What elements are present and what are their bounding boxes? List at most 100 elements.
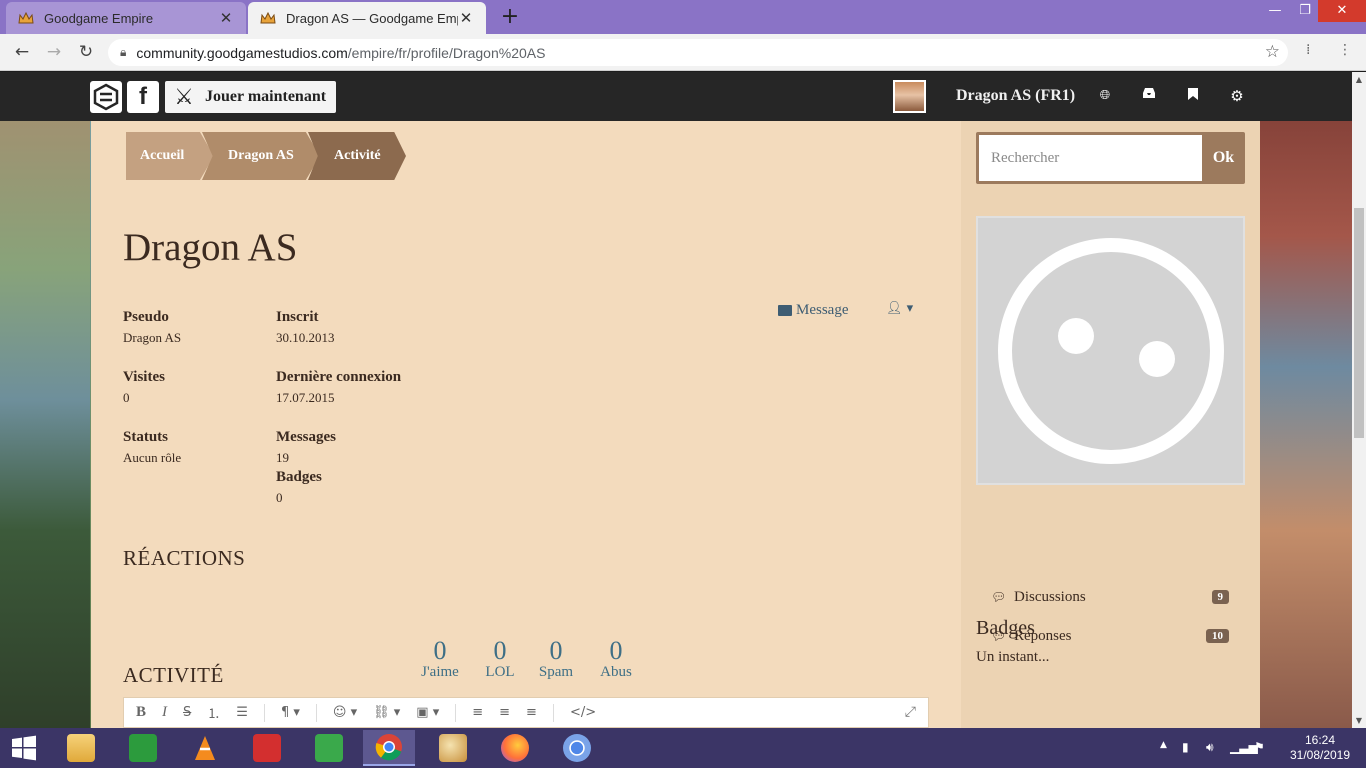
search-ok-button[interactable]: Ok xyxy=(1202,132,1245,184)
chrome-icon xyxy=(375,734,402,761)
extension-icon[interactable]: ⁞ xyxy=(1306,42,1310,58)
ggs-logo-icon[interactable] xyxy=(90,81,122,113)
close-tab-icon[interactable]: ✕ xyxy=(218,9,234,27)
paint-icon[interactable] xyxy=(429,730,477,766)
shopping-bag-icon xyxy=(129,734,157,762)
page-scrollbar[interactable]: ▲ ▼ xyxy=(1352,72,1366,728)
field-label: Statuts xyxy=(123,429,169,445)
close-tab-icon[interactable]: ✕ xyxy=(458,9,474,27)
stat-count: 10 xyxy=(1206,629,1229,643)
strikethrough-icon[interactable]: S xyxy=(183,705,191,720)
link-icon[interactable]: ⛓ ▾ xyxy=(373,705,400,720)
background-art-right xyxy=(1260,72,1352,728)
file-explorer-icon[interactable] xyxy=(57,730,105,766)
bookmark-icon[interactable] xyxy=(1184,87,1202,105)
field-value: 19 xyxy=(276,450,289,465)
stat-discussions[interactable]: 💬︎ Discussions 9 xyxy=(991,587,1229,607)
browser-tab-bar: Goodgame Empire ✕ Dragon AS — Goodgame E… xyxy=(0,0,1366,34)
store-icon[interactable] xyxy=(119,730,167,766)
breadcrumb-accueil[interactable]: Accueil xyxy=(126,132,214,180)
address-bar[interactable]: 🔒︎ community.goodgamestudios.com /empire… xyxy=(108,39,1288,66)
crown-icon xyxy=(18,12,34,24)
vlc-icon[interactable] xyxy=(181,730,229,766)
taskbar-clock[interactable]: 16:24 31/08/2019 xyxy=(1288,733,1352,763)
activity-editor-toolbar: B I S ⒈ ☰ ¶ ▾ ☺ ▾ ⛓ ▾ ▣ ▾ ≡ ≡ ≡ </> ⤢ xyxy=(123,697,929,728)
send-message-link[interactable]: Message xyxy=(778,302,849,319)
facebook-icon[interactable]: f xyxy=(127,81,159,113)
play-now-label: Jouer maintenant xyxy=(205,88,327,105)
minimize-button[interactable]: — xyxy=(1258,0,1292,22)
code-icon[interactable]: </> xyxy=(570,705,596,720)
chromium-icon[interactable] xyxy=(553,730,601,766)
tab-dragon-as[interactable]: Dragon AS — Goodgame Empire ✕ xyxy=(248,2,486,34)
bookmark-shape xyxy=(1188,88,1198,100)
user-options-dropdown[interactable]: 👤︎ ▾ xyxy=(886,301,913,316)
stat-label: Discussions xyxy=(1014,588,1086,605)
chromium-logo-icon xyxy=(563,734,591,762)
emoji-icon[interactable]: ☺ ▾ xyxy=(333,705,357,720)
new-tab-button[interactable]: + xyxy=(498,4,522,30)
chrome-app-icon[interactable] xyxy=(363,730,415,766)
reload-icon[interactable]: ↻ xyxy=(74,40,98,64)
volume-icon[interactable]: 🔊︎ xyxy=(1206,740,1214,755)
bold-icon[interactable]: B xyxy=(136,704,146,721)
user-avatar[interactable] xyxy=(893,80,926,113)
field-label: Messages xyxy=(276,429,336,445)
close-window-button[interactable]: ✕ xyxy=(1318,0,1366,22)
paragraph-icon[interactable]: ¶ ▾ xyxy=(281,705,300,720)
field-statuts: Statuts Aucun rôle xyxy=(123,429,181,466)
crown-icon xyxy=(260,12,276,24)
field-visites: Visites 0 xyxy=(123,369,165,406)
reaction-abus[interactable]: 0 Abus xyxy=(596,636,636,681)
play-now-button[interactable]: ⚔ Jouer maintenant xyxy=(165,81,336,113)
windows-logo-icon xyxy=(12,735,36,761)
breadcrumb-dragon-as[interactable]: Dragon AS xyxy=(202,132,320,180)
ordered-list-icon[interactable]: ⒈ xyxy=(207,703,220,722)
show-hidden-icons[interactable]: ▲ xyxy=(1160,740,1167,750)
search-input[interactable] xyxy=(979,135,1202,181)
user-icon: 👤︎ xyxy=(886,301,903,316)
back-icon[interactable]: ← xyxy=(10,40,34,64)
field-messages: Messages 19 xyxy=(276,429,336,466)
align-right-icon[interactable]: ≡ xyxy=(526,705,537,720)
scrollbar-thumb[interactable] xyxy=(1354,208,1364,438)
tab-title: Dragon AS — Goodgame Empire xyxy=(286,10,458,26)
scroll-up-icon[interactable]: ▲ xyxy=(1352,75,1366,84)
browser-toolbar: ← → ↻ 🔒︎ community.goodgamestudios.com /… xyxy=(0,34,1366,71)
calculator-icon[interactable] xyxy=(305,730,353,766)
firefox-icon[interactable] xyxy=(491,730,539,766)
comments-icon: 💬︎ xyxy=(991,590,1007,604)
pdf-icon xyxy=(253,734,281,762)
badges-heading: Badges xyxy=(976,617,1035,639)
browser-menu-icon[interactable]: ⋮ xyxy=(1338,42,1352,58)
breadcrumb-activite[interactable]: Activité xyxy=(308,132,406,180)
user-name[interactable]: Dragon AS (FR1) xyxy=(956,87,1075,105)
italic-icon[interactable]: I xyxy=(162,704,167,721)
start-button[interactable] xyxy=(0,730,48,766)
reaction-jaime[interactable]: 0 J'aime xyxy=(415,636,465,681)
align-left-icon[interactable]: ≡ xyxy=(472,705,483,720)
web-page: f ⚔ Jouer maintenant Dragon AS (FR1) 🌐︎ … xyxy=(0,72,1352,728)
tab-goodgame-empire[interactable]: Goodgame Empire ✕ xyxy=(6,2,246,34)
inbox-icon[interactable] xyxy=(1140,87,1158,105)
maximize-button[interactable]: ❐ xyxy=(1288,0,1322,22)
scroll-down-icon[interactable]: ▼ xyxy=(1352,716,1366,725)
forward-icon[interactable]: → xyxy=(42,40,66,64)
globe-icon[interactable]: 🌐︎ xyxy=(1096,87,1114,105)
tablet-icon[interactable]: ▮ xyxy=(1182,740,1189,754)
reaction-spam[interactable]: 0 Spam xyxy=(535,636,577,681)
calculator-grid-icon xyxy=(315,734,343,762)
notification-flag-icon[interactable]: ⚑ xyxy=(1254,740,1265,754)
align-center-icon[interactable]: ≡ xyxy=(499,705,510,720)
field-label: Badges xyxy=(276,469,322,485)
bullet-list-icon[interactable]: ☰ xyxy=(236,705,248,720)
expand-icon[interactable]: ⤢ xyxy=(905,704,916,720)
reaction-lol[interactable]: 0 LOL xyxy=(481,636,519,681)
image-icon[interactable]: ▣ ▾ xyxy=(416,705,439,720)
field-value: 17.07.2015 xyxy=(276,390,335,405)
bookmark-star-icon[interactable]: ☆ xyxy=(1265,42,1280,62)
pdf-app-icon[interactable] xyxy=(243,730,291,766)
gear-icon[interactable]: ⚙ xyxy=(1228,87,1246,105)
field-value: Aucun rôle xyxy=(123,450,182,465)
traffic-cone-icon xyxy=(195,736,215,760)
